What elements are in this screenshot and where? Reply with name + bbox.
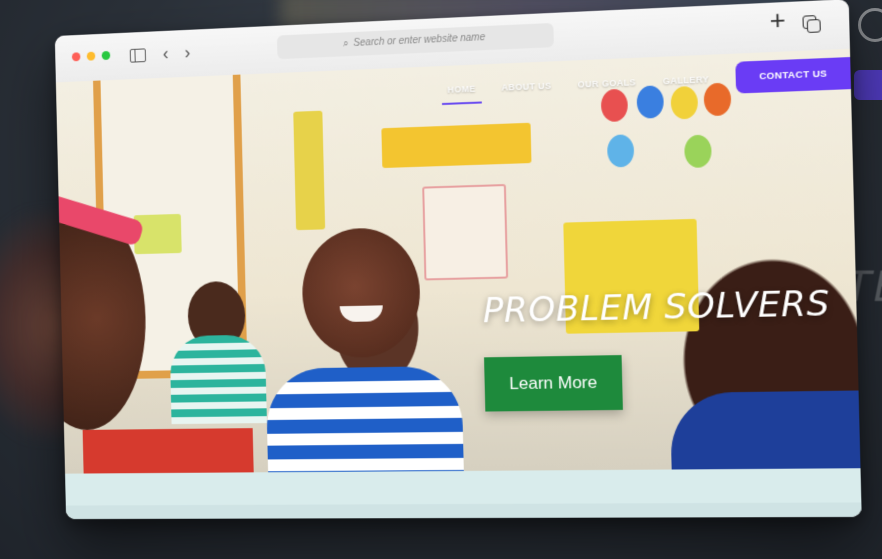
hero-photo-child	[300, 226, 422, 359]
background-ghost-button	[854, 70, 882, 100]
hero-photo-wall-art	[293, 110, 326, 231]
minimize-window-button[interactable]	[86, 51, 96, 61]
forward-icon[interactable]: ›	[184, 41, 190, 63]
hero-title: PROBLEM SOLVERS	[482, 283, 831, 332]
new-tab-icon[interactable]: +	[769, 4, 786, 36]
address-placeholder: Search or enter website name	[353, 32, 486, 49]
window-controls	[71, 50, 111, 62]
nav-item-our-goals[interactable]: OUR GOALS	[577, 77, 636, 89]
background-ghost-logo	[858, 8, 882, 42]
search-icon: ⌕	[342, 38, 349, 50]
sidebar-icon[interactable]	[129, 48, 147, 63]
nav-item-about-us[interactable]: ABOUT US	[501, 80, 551, 92]
hero-section: HOME ABOUT US OUR GOALS GALLERY CONTACT …	[55, 48, 861, 474]
browser-window: ‹ › ⌕ Search or enter website name + HOME	[54, 0, 862, 520]
address-bar[interactable]: ⌕ Search or enter website name	[276, 22, 554, 60]
hero-photo-wall-art	[422, 184, 509, 281]
nav-item-home[interactable]: HOME	[447, 83, 475, 94]
hero-photo-child-shirt	[169, 334, 267, 425]
contact-us-button[interactable]: CONTACT US	[735, 57, 851, 94]
hero-photo-wall-art	[381, 122, 532, 169]
back-icon[interactable]: ‹	[163, 42, 169, 64]
balloon	[606, 134, 635, 168]
below-hero-section	[65, 468, 862, 520]
hero-photo-child-shirt	[669, 390, 861, 474]
tabs-overview-icon[interactable]	[802, 15, 817, 30]
close-window-button[interactable]	[71, 52, 81, 62]
hero-photo-child-shirt	[265, 365, 465, 474]
maximize-window-button[interactable]	[101, 50, 111, 61]
hero-photo-table	[82, 428, 254, 474]
learn-more-button[interactable]: Learn More	[484, 355, 623, 412]
nav-item-gallery[interactable]: GALLERY	[663, 74, 710, 86]
balloon	[684, 134, 712, 169]
section-divider	[65, 502, 862, 520]
